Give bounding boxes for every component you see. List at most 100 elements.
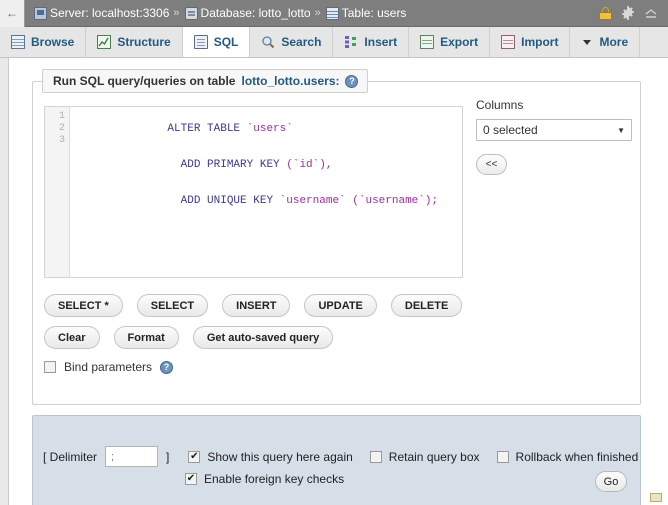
query-panel-title-target: lotto_lotto.users:: [241, 74, 340, 88]
gear-icon[interactable]: [621, 6, 635, 20]
bind-parameters-row: Bind parameters ?: [44, 360, 174, 374]
back-button[interactable]: ←: [0, 0, 25, 27]
delimiter-input[interactable]: ;: [105, 446, 159, 467]
sql-editor[interactable]: 1 2 3 ALTER TABLE `users` ADD PRIMARY KE…: [44, 106, 463, 278]
breadcrumb-item-table[interactable]: Table: users: [325, 6, 407, 20]
breadcrumb-separator-2: »: [314, 7, 321, 19]
tab-insert-label: Insert: [364, 35, 398, 49]
tab-browse[interactable]: Browse: [0, 27, 87, 57]
breadcrumb-bar: ← Server: localhost:3306 » Database: lot…: [0, 0, 668, 27]
breadcrumb-table-label: Table: users: [341, 6, 407, 20]
show-query-again-checkbox[interactable]: [188, 450, 201, 463]
phpmyadmin-sql-page: ← Server: localhost:3306 » Database: lot…: [0, 0, 668, 505]
columns-select[interactable]: 0 selected ▼: [476, 119, 632, 141]
tab-sql-label: SQL: [213, 35, 239, 49]
tab-import-label: Import: [521, 35, 559, 49]
tab-import[interactable]: Import: [490, 27, 571, 57]
rollback-when-finished-label: Rollback when finished: [515, 449, 639, 464]
options-row-primary: [ Delimiter ; ] Show this query here aga…: [43, 446, 638, 467]
get-auto-saved-query-button[interactable]: Get auto-saved query: [192, 326, 334, 349]
sql-code-line: ADD UNIQUE KEY `username` (`username`);: [75, 183, 460, 219]
retain-query-box-option[interactable]: Retain query box: [369, 449, 480, 464]
tab-more-label: More: [599, 35, 629, 49]
retain-query-box-checkbox[interactable]: [369, 450, 382, 463]
update-button[interactable]: UPDATE: [304, 294, 377, 317]
bind-parameters-checkbox[interactable]: [44, 361, 56, 373]
tab-sql[interactable]: SQL: [182, 27, 251, 57]
sql-keyword: ADD PRIMARY KEY: [180, 159, 280, 171]
sql-icon: [193, 35, 208, 49]
insert-columns-button[interactable]: <<: [476, 154, 507, 175]
sql-code-line: ALTER TABLE `users`: [75, 111, 460, 147]
breadcrumb-server-label: Server: localhost:3306: [50, 6, 170, 20]
show-query-again-label: Show this query here again: [207, 449, 353, 464]
breadcrumb-item-database[interactable]: Database: lotto_lotto: [184, 6, 311, 20]
enable-foreign-key-checks-option[interactable]: Enable foreign key checks: [185, 472, 344, 486]
delimiter-open-label: [ Delimiter: [43, 449, 98, 464]
left-margin: [0, 58, 8, 505]
chevron-down-icon: [581, 36, 593, 48]
query-tool-buttons: Clear Format Get auto-saved query: [44, 326, 334, 349]
show-query-again-option[interactable]: Show this query here again: [188, 449, 353, 464]
tab-export[interactable]: Export: [409, 27, 491, 57]
rollback-when-finished-checkbox[interactable]: [496, 450, 509, 463]
delimiter-close-label: ]: [166, 449, 170, 464]
query-panel: Run SQL query/queries on table lotto_lot…: [32, 69, 641, 405]
line-number: 2: [58, 123, 65, 134]
tab-structure-label: Structure: [117, 35, 171, 49]
format-button[interactable]: Format: [113, 326, 179, 349]
line-number: 3: [58, 135, 65, 146]
enable-foreign-key-checks-checkbox[interactable]: [185, 473, 197, 485]
sql-indent: [167, 159, 180, 171]
sql-identifier: `users`: [240, 123, 293, 135]
collapse-icon[interactable]: [644, 6, 658, 20]
tab-search-label: Search: [281, 35, 322, 49]
console-icon[interactable]: [650, 493, 662, 502]
delete-button[interactable]: DELETE: [390, 294, 463, 317]
browse-icon: [11, 35, 25, 49]
retain-query-box-label: Retain query box: [388, 449, 480, 464]
sql-template-buttons: SELECT * SELECT INSERT UPDATE DELETE: [44, 294, 463, 317]
sql-code[interactable]: ALTER TABLE `users` ADD PRIMARY KEY (`id…: [75, 111, 460, 219]
go-button[interactable]: Go: [595, 471, 627, 492]
columns-select-value: 0 selected: [483, 123, 538, 137]
main-tabs: Browse Structure SQL Search Insert Expor…: [0, 27, 668, 58]
options-row-secondary: Enable foreign key checks: [185, 472, 344, 486]
breadcrumb-database-label: Database: lotto_lotto: [200, 6, 311, 20]
query-panel-title: Run SQL query/queries on table lotto_lot…: [42, 69, 369, 93]
select-button[interactable]: SELECT: [136, 294, 209, 317]
sql-keyword: ALTER TABLE: [167, 123, 241, 135]
line-number-gutter: 1 2 3: [45, 107, 70, 277]
help-icon[interactable]: ?: [345, 74, 359, 88]
tab-search[interactable]: Search: [250, 27, 334, 57]
query-panel-title-prefix: Run SQL query/queries on table: [53, 74, 236, 88]
structure-icon: [97, 35, 112, 49]
clear-button[interactable]: Clear: [44, 326, 100, 349]
search-icon: [261, 35, 275, 49]
breadcrumb-item-server[interactable]: Server: localhost:3306: [34, 6, 169, 20]
tab-browse-label: Browse: [31, 35, 75, 49]
sql-identifier: (`id`),: [279, 159, 333, 171]
tab-more[interactable]: More: [570, 27, 641, 57]
line-number: 1: [58, 111, 65, 122]
insert-button[interactable]: INSERT: [222, 294, 291, 317]
database-icon: [184, 6, 198, 20]
sql-code-line: ADD PRIMARY KEY (`id`),: [75, 147, 460, 183]
breadcrumb-actions: [599, 6, 668, 20]
server-icon: [34, 6, 47, 20]
content-area: Run SQL query/queries on table lotto_lot…: [8, 58, 668, 505]
query-options-panel: [ Delimiter ; ] Show this query here aga…: [32, 415, 641, 505]
columns-panel: Columns 0 selected ▼ <<: [476, 98, 632, 175]
tab-insert[interactable]: Insert: [333, 27, 410, 57]
sql-keyword: ADD UNIQUE KEY: [180, 195, 274, 207]
help-icon[interactable]: ?: [160, 360, 174, 374]
breadcrumb: Server: localhost:3306 » Database: lotto…: [25, 6, 406, 20]
select-star-button[interactable]: SELECT *: [44, 294, 123, 317]
bind-parameters-label: Bind parameters: [64, 360, 153, 374]
lock-icon[interactable]: [599, 6, 612, 20]
columns-label: Columns: [476, 98, 524, 112]
tab-export-label: Export: [440, 35, 479, 49]
export-icon: [420, 35, 435, 49]
rollback-when-finished-option[interactable]: Rollback when finished: [496, 449, 639, 464]
tab-structure[interactable]: Structure: [86, 27, 183, 57]
